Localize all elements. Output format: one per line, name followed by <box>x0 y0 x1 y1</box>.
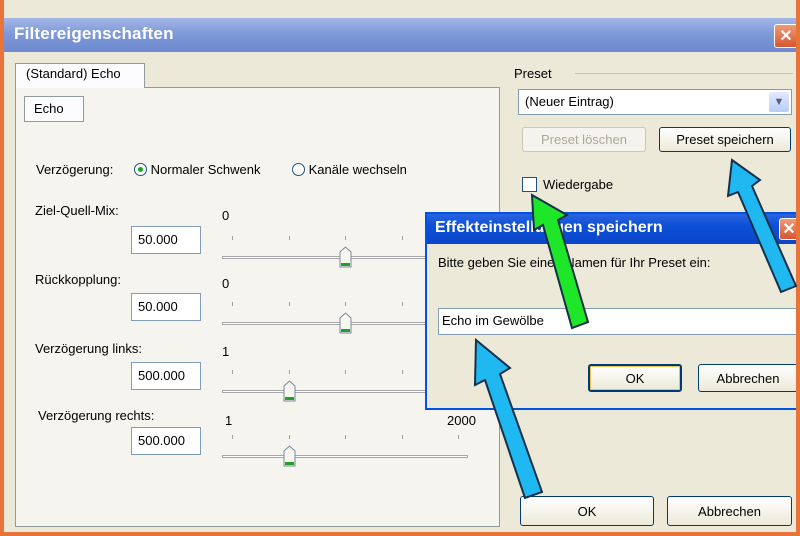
save-preset-button[interactable]: Preset speichern <box>659 127 791 152</box>
param-label-mix: Ziel-Quell-Mix: <box>35 203 119 218</box>
slider-tick <box>288 302 290 306</box>
dialog-title-bar[interactable]: Effekteinstellungen speichern ✕ <box>427 214 799 244</box>
slider-tick <box>345 435 346 439</box>
delay-right-slider[interactable] <box>222 429 468 469</box>
slider-tick <box>288 435 290 439</box>
delete-preset-button[interactable]: Preset löschen <box>522 127 646 152</box>
slider-tick <box>288 370 290 374</box>
radio-normal-pan-label: Normaler Schwenk <box>150 162 261 177</box>
param-label-feedback: Rückkopplung: <box>35 272 121 287</box>
dialog-prompt: Bitte geben Sie einen Namen für Ihr Pres… <box>438 255 711 270</box>
playback-checkbox[interactable] <box>522 177 537 192</box>
mix-scale-min: 0 <box>222 208 230 223</box>
save-settings-dialog: Effekteinstellungen speichern ✕ Bitte ge… <box>425 212 800 410</box>
param-label-delay-right: Verzögerung rechts: <box>38 408 155 423</box>
slider-tick <box>401 370 403 374</box>
dialog-close-icon[interactable]: ✕ <box>779 218 799 240</box>
window-title: Filtereigenschaften <box>14 24 174 43</box>
preset-divider <box>575 73 793 74</box>
delay-left-value-field[interactable]: 500.000 <box>131 362 201 390</box>
cancel-button[interactable]: Abbrechen <box>667 496 792 526</box>
radio-swap-channels[interactable]: Kanäle wechseln <box>292 162 407 177</box>
feedback-scale-min: 0 <box>222 276 230 291</box>
delay-right-scale-min: 1 <box>225 413 233 428</box>
slider-tick <box>288 236 290 240</box>
radio-normal-pan[interactable]: Normaler Schwenk <box>134 162 260 177</box>
tab-standard-echo[interactable]: (Standard) Echo <box>15 63 145 88</box>
slider-tick <box>345 236 346 240</box>
delay-right-scale-max: 2000 <box>447 413 476 428</box>
delay-label: Verzögerung: <box>36 162 114 177</box>
radio-swap-channels-label: Kanäle wechseln <box>308 162 407 177</box>
slider-thumb[interactable] <box>283 380 295 402</box>
preset-selected-value: (Neuer Eintrag) <box>525 94 614 109</box>
radio-selected-icon <box>134 163 147 176</box>
slider-thumb[interactable] <box>283 445 295 467</box>
mix-value-field[interactable]: 50.000 <box>131 226 201 254</box>
slider-tick <box>401 236 403 240</box>
title-bar[interactable]: Filtereigenschaften ✕ <box>0 18 800 52</box>
delay-left-scale-min: 1 <box>222 344 230 359</box>
ok-button[interactable]: OK <box>520 496 654 526</box>
slider-thumb[interactable] <box>339 312 352 334</box>
slider-tick <box>345 302 346 306</box>
preset-name-input[interactable]: Echo im Gewölbe <box>438 308 800 335</box>
slider-tick <box>232 370 233 374</box>
dialog-title: Effekteinstellungen speichern <box>435 219 663 236</box>
slider-tick <box>232 302 233 306</box>
chevron-down-icon[interactable]: ▼ <box>769 92 789 112</box>
preset-label: Preset <box>514 66 552 81</box>
radio-unselected-icon <box>292 163 305 176</box>
feedback-value-field[interactable]: 50.000 <box>131 293 201 321</box>
slider-tick <box>345 370 346 374</box>
param-label-delay-left: Verzögerung links: <box>35 341 142 356</box>
slider-tick <box>458 435 459 439</box>
slider-tick <box>232 236 233 240</box>
slider-track <box>222 455 468 458</box>
delay-right-value-field[interactable]: 500.000 <box>131 427 201 455</box>
dialog-cancel-button[interactable]: Abbrechen <box>698 364 798 392</box>
dialog-ok-button[interactable]: OK <box>588 364 682 392</box>
slider-thumb[interactable] <box>339 246 352 268</box>
slider-tick <box>401 302 403 306</box>
preset-combobox[interactable]: (Neuer Eintrag) ▼ <box>518 89 792 115</box>
slider-tick <box>232 435 233 439</box>
tab-echo[interactable]: Echo <box>24 96 84 122</box>
close-icon[interactable]: ✕ <box>774 24 798 48</box>
slider-tick <box>401 435 403 439</box>
playback-label: Wiedergabe <box>543 177 614 192</box>
